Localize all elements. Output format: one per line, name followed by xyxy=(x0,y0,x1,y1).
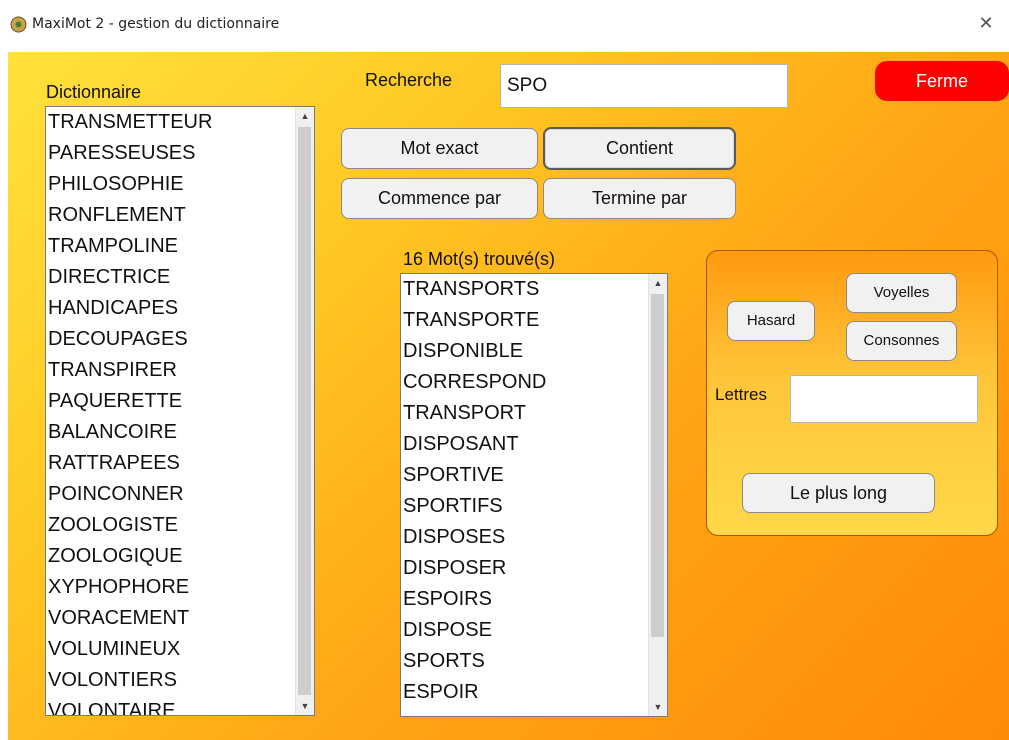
dictionary-list-item[interactable]: PARESSEUSES xyxy=(46,138,296,169)
scroll-thumb[interactable] xyxy=(651,294,664,637)
dictionary-label: Dictionnaire xyxy=(46,82,142,102)
search-label: Recherche xyxy=(365,70,453,90)
results-count-label: 16 Mot(s) trouvé(s) xyxy=(403,249,556,269)
dictionary-list-item[interactable]: VOLUMINEUX xyxy=(46,634,296,665)
scroll-up-icon[interactable]: ▲ xyxy=(649,274,667,292)
dictionary-items: TRANSMETTEUR PARESSEUSES PHILOSOPHIE RONFLE… xyxy=(46,107,296,715)
dictionary-list-item[interactable]: RATTRAPEES xyxy=(46,448,296,479)
dictionary-list-item[interactable]: POINCONNER xyxy=(46,479,296,510)
letters-panel: Hasard Voyelles Consonnes Lettres Le plu… xyxy=(706,250,998,536)
results-scrollbar[interactable]: ▲ ▼ xyxy=(648,274,667,716)
dictionary-list-item[interactable]: XYPHOPHORE xyxy=(46,572,296,603)
dictionary-list-item[interactable]: TRANSPIRER xyxy=(46,355,296,386)
dictionary-list-item[interactable]: PAQUERETTE xyxy=(46,386,296,417)
letters-input[interactable] xyxy=(790,375,978,423)
vowels-button[interactable]: Voyelles xyxy=(846,273,957,313)
dictionary-list-item[interactable]: TRAMPOLINE xyxy=(46,231,296,262)
results-list-item[interactable]: ESPOIRS xyxy=(401,584,649,615)
dictionary-list-item[interactable]: ZOOLOGISTE xyxy=(46,510,296,541)
results-list-item[interactable]: SPORTS xyxy=(401,646,649,677)
main-panel: Dictionnaire TRANSMETTEUR PARESSEUSES PHIL… xyxy=(8,52,1009,740)
results-list-item[interactable]: CORRESPOND xyxy=(401,367,649,398)
contains-button[interactable]: Contient xyxy=(543,127,736,170)
letters-label: Lettres xyxy=(715,385,767,404)
scroll-down-icon[interactable]: ▼ xyxy=(649,698,667,716)
dictionary-list-item[interactable]: ZOOLOGIQUE xyxy=(46,541,296,572)
dictionary-list-item[interactable]: RONFLEMENT xyxy=(46,200,296,231)
results-list-item[interactable]: TRANSPORTS xyxy=(401,274,649,305)
results-items: TRANSPORTS TRANSPORTE DISPONIBLE CORRESPOND… xyxy=(401,274,649,708)
results-list-item[interactable]: SPORTIVE xyxy=(401,460,649,491)
exact-word-button[interactable]: Mot exact xyxy=(341,128,538,169)
app-icon xyxy=(10,16,27,33)
scroll-down-icon[interactable]: ▼ xyxy=(296,697,314,715)
dictionary-list-item[interactable]: PHILOSOPHIE xyxy=(46,169,296,200)
results-list[interactable]: TRANSPORTS TRANSPORTE DISPONIBLE CORRESPOND… xyxy=(400,273,668,717)
starts-with-button[interactable]: Commence par xyxy=(341,178,538,219)
dictionary-scrollbar[interactable]: ▲ ▼ xyxy=(295,107,314,715)
search-input[interactable]: SPO xyxy=(500,64,788,108)
results-list-item[interactable]: DISPOSES xyxy=(401,522,649,553)
scroll-up-icon[interactable]: ▲ xyxy=(296,107,314,125)
close-button[interactable]: Ferme xyxy=(875,61,1009,101)
results-list-item[interactable]: DISPOSANT xyxy=(401,429,649,460)
consonants-button[interactable]: Consonnes xyxy=(846,321,957,361)
window-title: MaxiMot 2 - gestion du dictionnaire xyxy=(32,16,280,32)
window-close-button[interactable]: ✕ xyxy=(973,12,999,36)
dictionary-list-item[interactable]: VOLONTIERS xyxy=(46,665,296,696)
random-button[interactable]: Hasard xyxy=(727,301,815,341)
results-list-item[interactable]: TRANSPORT xyxy=(401,398,649,429)
dictionary-list-item[interactable]: DECOUPAGES xyxy=(46,324,296,355)
dictionary-list-item[interactable]: TRANSMETTEUR xyxy=(46,107,296,138)
results-list-item[interactable]: ESPOIR xyxy=(401,677,649,708)
results-list-item[interactable]: DISPOSER xyxy=(401,553,649,584)
dictionary-list-item[interactable]: HANDICAPES xyxy=(46,293,296,324)
results-list-item[interactable]: SPORTIFS xyxy=(401,491,649,522)
results-list-item[interactable]: DISPOSE xyxy=(401,615,649,646)
dictionary-list-item[interactable]: BALANCOIRE xyxy=(46,417,296,448)
title-bar: MaxiMot 2 - gestion du dictionnaire ✕ xyxy=(0,0,1009,50)
dictionary-list-item[interactable]: VOLONTAIRE xyxy=(46,696,296,715)
dictionary-list[interactable]: TRANSMETTEUR PARESSEUSES PHILOSOPHIE RONFLE… xyxy=(45,106,315,716)
scroll-thumb[interactable] xyxy=(298,127,311,695)
dictionary-list-item[interactable]: DIRECTRICE xyxy=(46,262,296,293)
app-window: MaxiMot 2 - gestion du dictionnaire ✕ Di… xyxy=(0,0,1009,740)
dictionary-list-item[interactable]: VORACEMENT xyxy=(46,603,296,634)
results-list-item[interactable]: DISPONIBLE xyxy=(401,336,649,367)
longest-word-button[interactable]: Le plus long xyxy=(742,473,935,513)
results-list-item[interactable]: TRANSPORTE xyxy=(401,305,649,336)
ends-with-button[interactable]: Termine par xyxy=(543,178,736,219)
